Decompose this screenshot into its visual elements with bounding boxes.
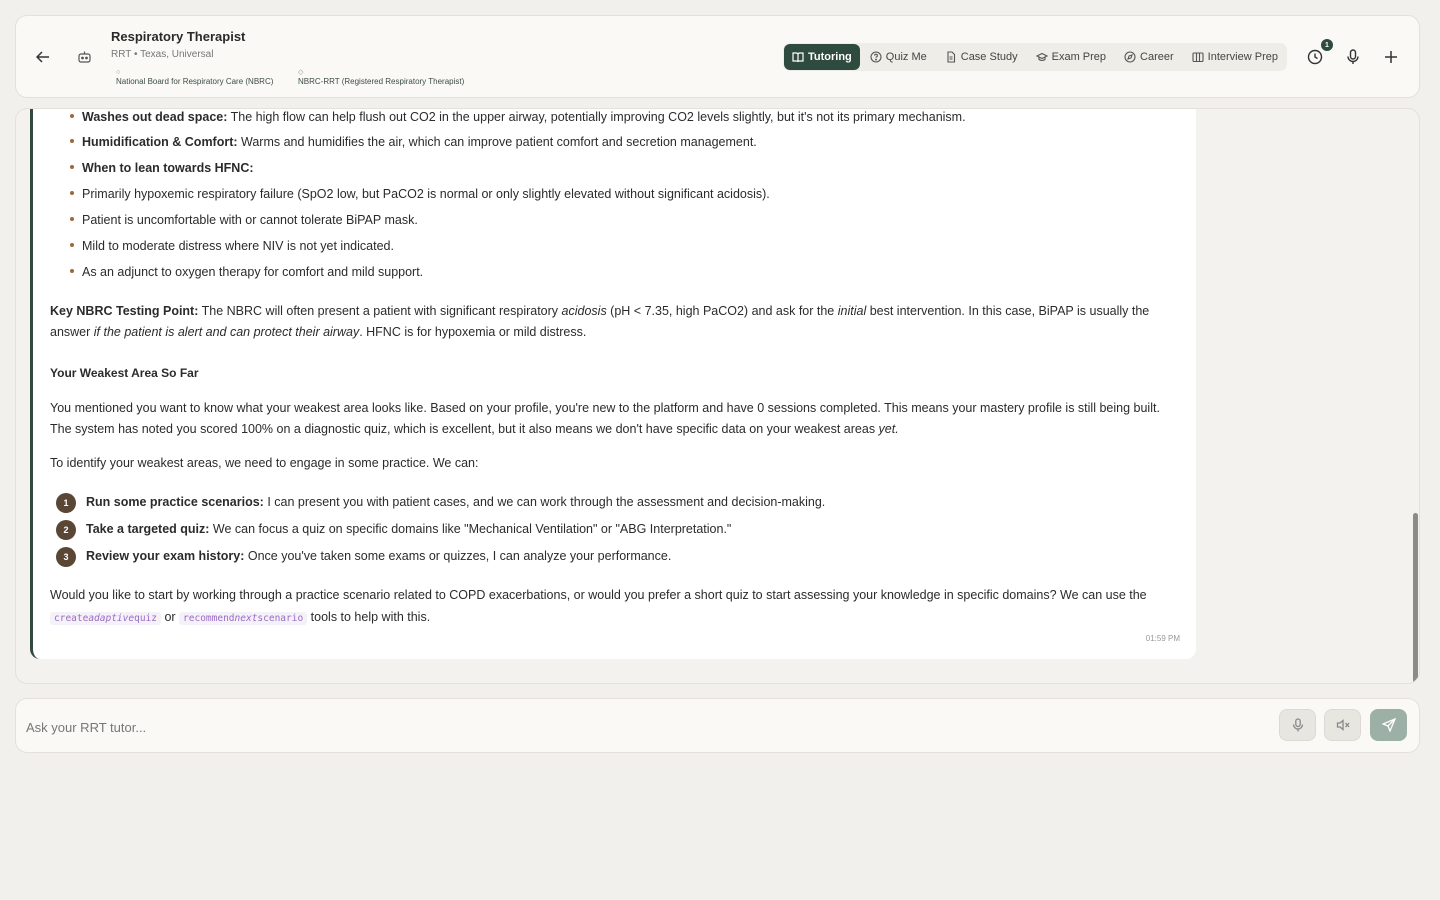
mute-button[interactable] xyxy=(1324,709,1361,741)
composer xyxy=(15,698,1420,753)
option-item: Take a targeted quiz: We can focus a qui… xyxy=(86,522,732,536)
step-number: 1 xyxy=(56,493,76,513)
question-icon xyxy=(870,51,882,63)
plus-icon xyxy=(1385,51,1397,63)
identify-paragraph: To identify your weakest areas, we need … xyxy=(50,456,479,470)
history-count-badge: 1 xyxy=(1321,39,1333,51)
list-item: Washes out dead space: The high flow can… xyxy=(70,109,966,128)
chat-area[interactable]: Washes out dead space: The high flow can… xyxy=(15,108,1420,684)
compass-icon xyxy=(1124,51,1136,63)
tab-case-study[interactable]: Case Study xyxy=(937,44,1026,70)
section-heading: Your Weakest Area So Far xyxy=(50,366,199,380)
badge-nbrc: ○ National Board for Respiratory Care (N… xyxy=(111,69,279,88)
new-chat-button[interactable] xyxy=(1379,45,1403,69)
chat-scrollbar[interactable] xyxy=(1413,513,1418,683)
badge-label: NBRC-RRT (Registered Respiratory Therapi… xyxy=(298,77,465,86)
badge-rrt: ◇ NBRC-RRT (Registered Respiratory Thera… xyxy=(293,69,470,88)
microphone-button[interactable] xyxy=(1341,45,1365,69)
tab-tutoring[interactable]: Tutoring xyxy=(784,44,860,70)
book-icon xyxy=(792,52,804,63)
graduation-cap-icon xyxy=(1035,52,1048,61)
microphone-icon xyxy=(1292,718,1303,732)
list-item: Mild to moderate distress where NIV is n… xyxy=(70,236,394,257)
step-number: 2 xyxy=(56,520,76,540)
step-number: 3 xyxy=(56,547,76,567)
list-item: Patient is uncomfortable with or cannot … xyxy=(70,210,418,231)
message-timestamp: 01:59 PM xyxy=(1145,634,1180,643)
columns-icon xyxy=(1192,52,1204,63)
back-arrow-icon[interactable] xyxy=(31,45,55,69)
mode-tabs: Tutoring Quiz Me Case Study Exam Prep Ca… xyxy=(783,43,1287,71)
weakest-area-paragraph: You mentioned you want to know what your… xyxy=(50,401,1160,436)
tab-interview-prep[interactable]: Interview Prep xyxy=(1184,44,1286,70)
option-item: Review your exam history: Once you've ta… xyxy=(86,549,672,563)
key-testing-point: Key NBRC Testing Point: The NBRC will of… xyxy=(50,304,1150,339)
page-title: Respiratory Therapist xyxy=(111,29,246,44)
certification-icon: ○ xyxy=(116,69,121,76)
list-item: As an adjunct to oxygen therapy for comf… xyxy=(69,262,423,283)
send-icon xyxy=(1381,718,1396,732)
list-item: Primarily hypoxemic respiratory failure … xyxy=(70,184,770,205)
list-item: Humidification & Comfort: Warms and humi… xyxy=(70,132,757,153)
history-button[interactable]: 1 xyxy=(1303,39,1333,69)
assistant-message: Washes out dead space: The high flow can… xyxy=(30,109,1196,659)
app-header: Respiratory Therapist RRT • Texas, Unive… xyxy=(15,15,1420,98)
microphone-icon xyxy=(1347,49,1359,64)
graduation-cap-icon: ◇ xyxy=(298,69,304,76)
speaker-mute-icon xyxy=(1336,719,1349,731)
list-item: When to lean towards HFNC: xyxy=(70,158,254,179)
closing-paragraph: Would you like to start by working throu… xyxy=(50,588,1147,625)
bot-icon xyxy=(72,45,96,69)
tab-career[interactable]: Career xyxy=(1116,44,1182,70)
send-button[interactable] xyxy=(1370,709,1407,741)
code-create-adaptive-quiz: createadaptivequiz xyxy=(50,612,161,625)
code-recommend-next-scenario: recommendnextscenario xyxy=(179,612,308,625)
tab-exam-prep[interactable]: Exam Prep xyxy=(1028,44,1114,70)
voice-input-button[interactable] xyxy=(1279,709,1316,741)
tab-quiz-me[interactable]: Quiz Me xyxy=(862,44,935,70)
option-item: Run some practice scenarios: I can prese… xyxy=(86,495,826,509)
badge-label: National Board for Respiratory Care (NBR… xyxy=(116,77,274,86)
page-subtitle: RRT • Texas, Universal xyxy=(111,49,214,60)
message-input[interactable] xyxy=(26,713,1266,741)
document-icon xyxy=(947,51,955,63)
clock-icon xyxy=(1307,49,1323,65)
